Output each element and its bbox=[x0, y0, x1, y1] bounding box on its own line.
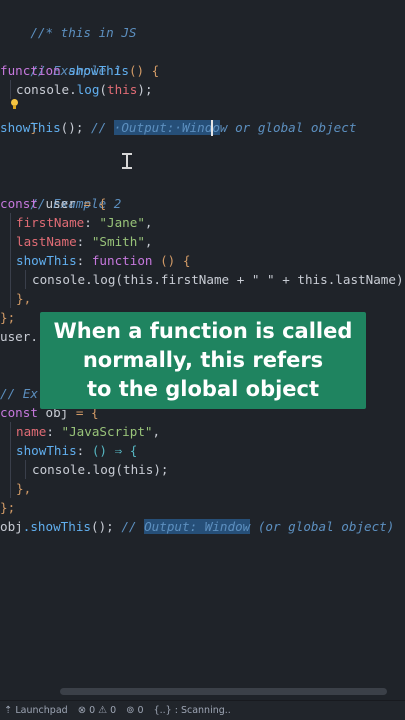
punctuation: = { bbox=[75, 196, 107, 211]
code-line: function showThis() { bbox=[0, 61, 159, 80]
method-call: .showThis bbox=[22, 519, 91, 534]
ports-button[interactable]: ⊚ 0 bbox=[126, 705, 143, 716]
selected-text: Output: Window bbox=[144, 519, 251, 534]
closing-brace: }; bbox=[0, 310, 16, 325]
function-name: showThis bbox=[68, 63, 129, 78]
punctuation: () { bbox=[128, 63, 160, 78]
code-line: showThis: () ⇒ { bbox=[16, 443, 138, 458]
code-statement: console.log(this); bbox=[32, 462, 169, 477]
code-line: // Ex bbox=[0, 384, 38, 403]
code-line: name: "JavaScript", bbox=[16, 424, 161, 439]
caption-text: When a function is called normally, this… bbox=[43, 317, 363, 404]
code-line: console.log(this); bbox=[16, 82, 153, 97]
launchpad-label: Launchpad bbox=[15, 705, 68, 716]
scanning-label: {..} : Scanning.. bbox=[153, 705, 231, 716]
identifier-user: user. bbox=[0, 329, 38, 344]
closing-brace: }, bbox=[16, 481, 32, 496]
code-line: console.log(this.firstName + " " + this.… bbox=[32, 270, 404, 289]
keyword-const: const bbox=[0, 405, 38, 420]
caption-overlay: When a function is called normally, this… bbox=[40, 312, 366, 409]
indent-guide bbox=[25, 270, 26, 289]
selected-text: ·Output:·Windo bbox=[113, 120, 220, 135]
code-comment: // bbox=[121, 519, 145, 534]
warnings-count: 0 bbox=[110, 705, 117, 716]
punctuation: () { bbox=[152, 253, 191, 268]
arrow-function: () ⇒ { bbox=[91, 443, 138, 458]
code-line: user. bbox=[0, 327, 38, 346]
keyword-function: function bbox=[91, 253, 153, 268]
code-line: // Example 1 bbox=[0, 42, 121, 78]
property-key: lastName bbox=[16, 234, 77, 249]
identifier-obj: obj bbox=[0, 519, 23, 534]
method-key: showThis bbox=[16, 443, 77, 458]
code-line: }, bbox=[16, 479, 31, 498]
code-comment: (or global object) bbox=[250, 519, 395, 534]
code-line: }, bbox=[16, 289, 31, 308]
method-log: log bbox=[76, 82, 100, 97]
property-key: name bbox=[16, 424, 47, 439]
problems-button[interactable]: ⊗ 0 ⚠ 0 bbox=[78, 705, 116, 716]
warning-triangle-icon: ⚠ bbox=[98, 704, 108, 716]
indent-guide bbox=[10, 422, 11, 498]
mouse-ibeam-icon bbox=[122, 153, 132, 169]
code-line: lastName: "Smith", bbox=[16, 234, 153, 249]
code-line: const user = { bbox=[0, 194, 106, 213]
string-value: "Smith" bbox=[91, 234, 145, 249]
broadcast-icon: ⊚ bbox=[126, 704, 135, 716]
closing-brace: }; bbox=[0, 500, 16, 515]
caption-line: When a function is called bbox=[53, 319, 353, 343]
identifier-console: console bbox=[16, 82, 70, 97]
code-statement: console.log(this.firstName + " " + this.… bbox=[32, 272, 404, 287]
horizontal-scrollbar[interactable] bbox=[60, 688, 387, 695]
method-key: showThis bbox=[16, 253, 77, 268]
code-comment: //* this in JS bbox=[30, 25, 137, 40]
errors-count: 0 bbox=[89, 705, 96, 716]
function-call: showThis bbox=[0, 120, 61, 135]
property-key: firstName bbox=[16, 215, 85, 230]
ports-count: 0 bbox=[137, 705, 144, 716]
launchpad-button[interactable]: ⇡ Launchpad bbox=[4, 705, 68, 716]
status-bar: ⇡ Launchpad ⊗ 0 ⚠ 0 ⊚ 0 {..} : Scanning.… bbox=[0, 700, 405, 720]
code-line: firstName: "Jane", bbox=[16, 215, 153, 230]
closing-brace: }, bbox=[16, 291, 32, 306]
code-editor[interactable]: //* this in JS // Example 1 function sho… bbox=[0, 0, 405, 700]
punctuation: (); bbox=[91, 519, 122, 534]
code-line: // Example 2 bbox=[0, 175, 121, 211]
string-value: "JavaScript" bbox=[61, 424, 153, 439]
code-line: }; bbox=[0, 498, 15, 517]
code-line: console.log(this); bbox=[32, 460, 168, 479]
caption-line: to the global object bbox=[86, 377, 320, 401]
scanning-status[interactable]: {..} : Scanning.. bbox=[154, 705, 231, 716]
code-line: //* this in JS bbox=[0, 4, 136, 40]
identifier-user: user bbox=[45, 196, 76, 211]
keyword-const: const bbox=[0, 196, 38, 211]
lightbulb-icon[interactable] bbox=[10, 99, 19, 110]
code-comment: // bbox=[91, 120, 114, 135]
caption-line: normally, this refers bbox=[82, 348, 324, 372]
code-comment: w or global object bbox=[219, 120, 357, 135]
string-value: "Jane" bbox=[99, 215, 145, 230]
indent-guide bbox=[25, 460, 26, 479]
code-line: showThis: function () { bbox=[16, 253, 191, 268]
punctuation: . bbox=[69, 82, 77, 97]
keyword-function: function bbox=[0, 63, 61, 78]
code-line: obj.showThis(); // Output: Window (or gl… bbox=[0, 517, 394, 536]
text-cursor bbox=[211, 120, 213, 136]
code-comment: // Ex bbox=[0, 386, 38, 401]
punctuation: (); bbox=[60, 120, 84, 135]
code-line: }; bbox=[0, 308, 15, 327]
error-circle-icon: ⊗ bbox=[77, 704, 87, 716]
keyword-this: this bbox=[107, 82, 138, 97]
code-line: showThis(); // ·Output:·Window or global… bbox=[0, 118, 356, 137]
launchpad-icon: ⇡ bbox=[4, 704, 13, 716]
